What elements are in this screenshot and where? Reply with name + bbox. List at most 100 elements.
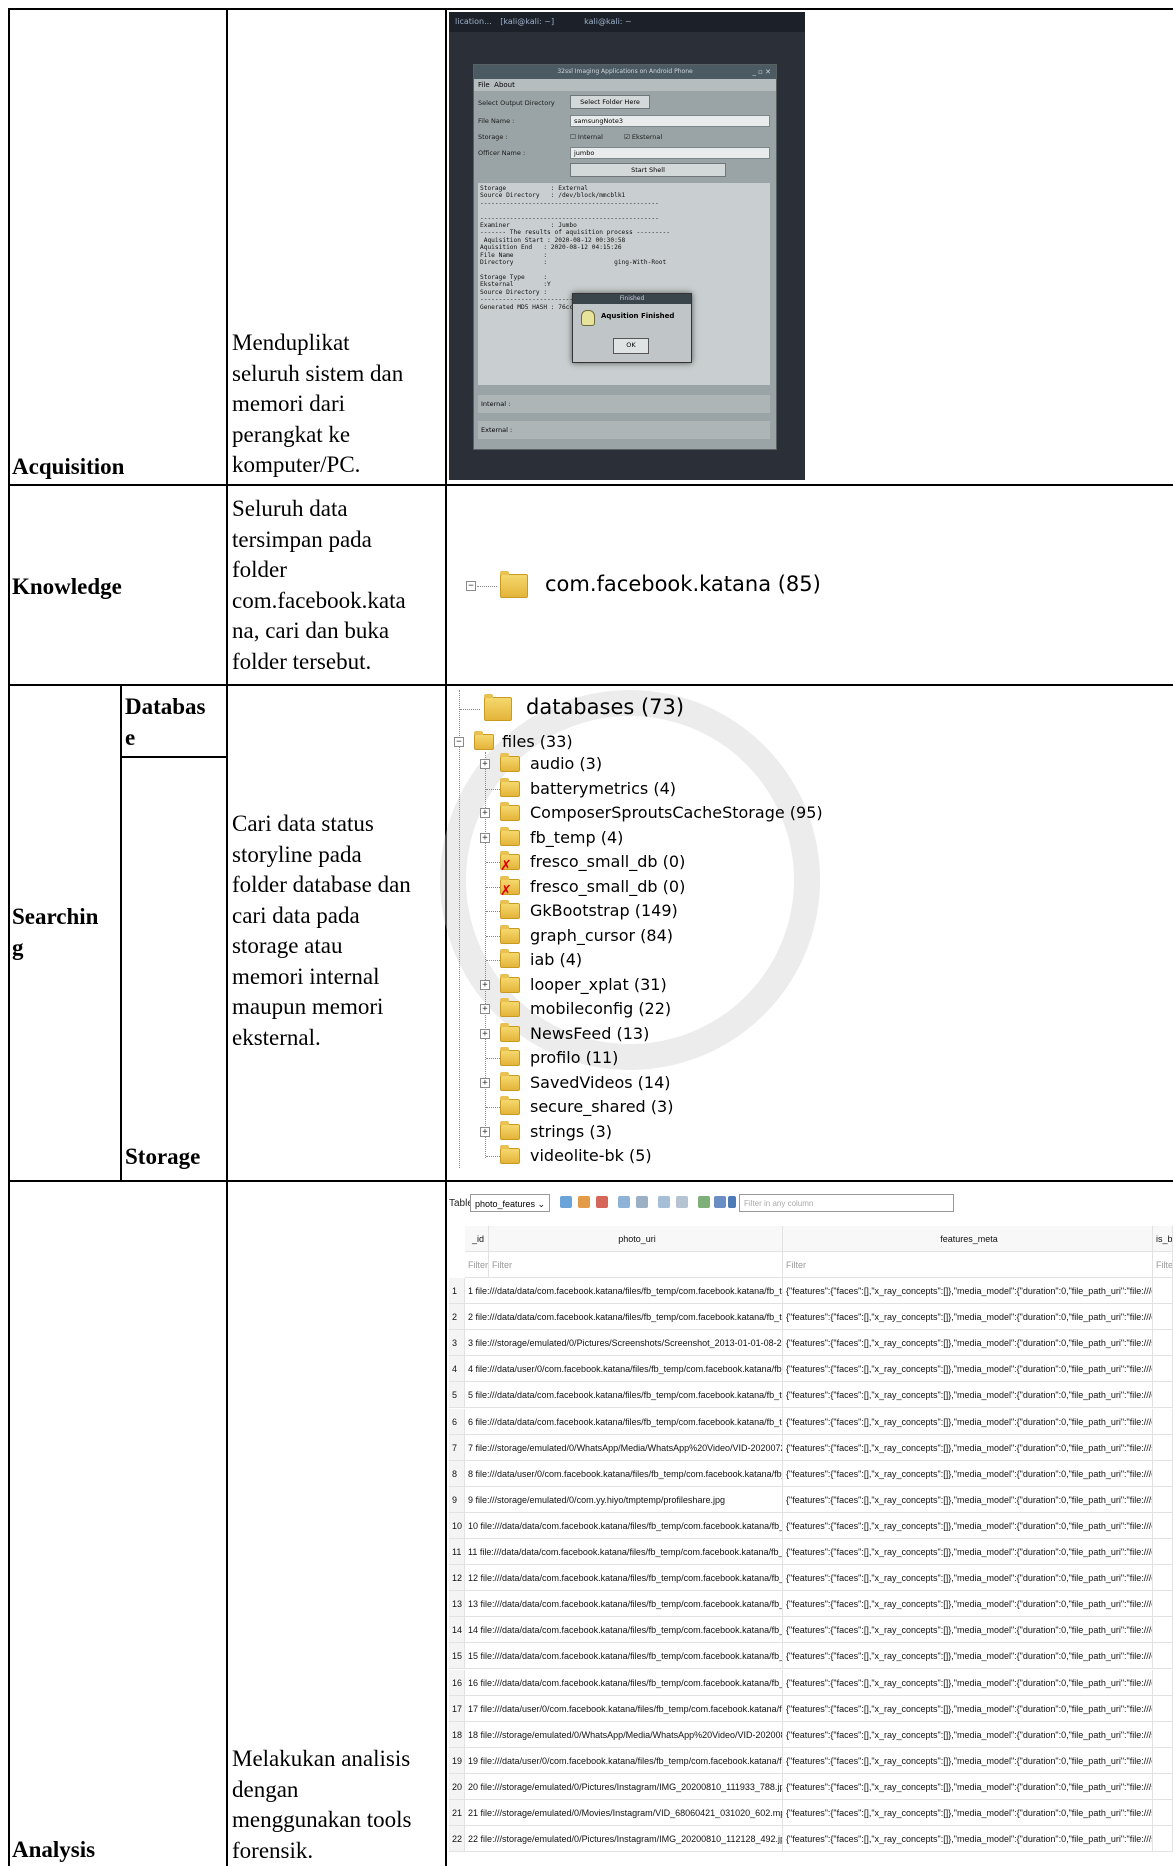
start-shell-button[interactable]: Start Shell [570,163,726,177]
tree-folder-item[interactable]: ComposerSproutsCacheStorage (95) [530,802,823,824]
table-cell[interactable]: 4 [449,1356,465,1382]
table-row[interactable]: 33 file:///storage/emulated/0/Pictures/S… [449,1330,1173,1356]
tree-folder-item[interactable]: fresco_small_db (0) [530,851,685,873]
tree-folder-item[interactable]: fresco_small_db (0) [530,876,685,898]
table-row[interactable]: 22 file:///data/data/com.facebook.katana… [449,1304,1173,1330]
table-cell[interactable] [1153,1304,1173,1330]
tree-databases[interactable]: databases (73) [526,696,684,718]
tree-expand-icon[interactable]: + [480,1078,490,1088]
tree-expand-icon[interactable]: + [480,833,490,843]
table-cell[interactable]: 14 [449,1617,465,1643]
table-cell[interactable]: {"features":{"faces":[],"x_ray_concepts"… [783,1643,1153,1669]
table-cell[interactable]: 19 [449,1748,465,1774]
table-cell[interactable] [1153,1774,1173,1800]
table-cell[interactable]: 7 [449,1435,465,1461]
table-cell[interactable]: 15 file:///data/data/com.facebook.katana… [465,1643,783,1669]
table-cell[interactable]: 6 [449,1409,465,1435]
table-cell[interactable] [1153,1330,1173,1356]
table-row[interactable]: 16 16 file:///data/data/com.facebook.kata… [449,1670,1173,1696]
table-cell[interactable]: 11 file:///data/data/com.facebook.katana… [465,1539,783,1565]
table-cell[interactable]: {"features":{"faces":[],"x_ray_concepts"… [783,1617,1153,1643]
table-cell[interactable]: {"features":{"faces":[],"x_ray_concepts"… [783,1487,1153,1513]
table-cell[interactable]: 16 file:///data/data/com.facebook.katana… [465,1670,783,1696]
table-select[interactable]: photo_features ⌄ [470,1194,550,1212]
table-row[interactable]: 22 22 file:///storage/emulated/0/Pictures… [449,1826,1173,1852]
table-cell[interactable]: 8 [449,1461,465,1487]
table-cell[interactable]: {"features":{"faces":[],"x_ray_concepts"… [783,1461,1153,1487]
table-row[interactable]: 20 20 file:///storage/emulated/0/Pictures… [449,1774,1173,1800]
table-cell[interactable]: 4 file:///data/user/0/com.facebook.katan… [465,1356,783,1382]
table-row[interactable]: 18 18 file:///storage/emulated/0/WhatsApp… [449,1722,1173,1748]
tree-folder-item[interactable]: batterymetrics (4) [530,778,676,800]
table-cell[interactable]: {"features":{"faces":[],"x_ray_concepts"… [783,1591,1153,1617]
tree-expand-icon[interactable]: + [480,980,490,990]
table-cell[interactable]: 1 [449,1278,465,1304]
table-cell[interactable]: {"features":{"faces":[],"x_ray_concepts"… [783,1670,1153,1696]
table-cell[interactable]: 5 [449,1382,465,1408]
tree-folder-item[interactable]: SavedVideos (14) [530,1072,671,1094]
table-cell[interactable]: {"features":{"faces":[],"x_ray_concepts"… [783,1565,1153,1591]
table-cell[interactable]: 21 [449,1800,465,1826]
column-header[interactable]: features_meta [783,1226,1153,1252]
table-cell[interactable]: {"features":{"faces":[],"x_ray_concepts"… [783,1330,1153,1356]
find-icon[interactable] [698,1196,710,1208]
table-cell[interactable]: 12 [449,1565,465,1591]
table-cell[interactable]: {"features":{"faces":[],"x_ray_concepts"… [783,1539,1153,1565]
storage-internal-checkbox[interactable]: ☐ Internal [570,133,603,141]
table-cell[interactable]: {"features":{"faces":[],"x_ray_concepts"… [783,1774,1153,1800]
table-cell[interactable]: 14 file:///data/data/com.facebook.katana… [465,1617,783,1643]
column-header[interactable]: is_bl [1153,1226,1173,1252]
tree-folder-item[interactable]: strings (3) [530,1121,612,1143]
table-cell[interactable]: 18 file:///storage/emulated/0/WhatsApp/M… [465,1722,783,1748]
table-cell[interactable]: {"features":{"faces":[],"x_ray_concepts"… [783,1356,1153,1382]
table-cell[interactable]: 11 [449,1539,465,1565]
tree-folder-item[interactable]: audio (3) [530,753,602,775]
tree-expand-icon[interactable]: + [480,759,490,769]
sort-icon[interactable] [596,1196,608,1208]
table-row[interactable]: 88 file:///data/user/0/com.facebook.kata… [449,1461,1173,1487]
tree-expand-icon[interactable]: + [480,1004,490,1014]
table-cell[interactable] [1153,1617,1173,1643]
window-close-icon[interactable]: _ ▫ ✕ [752,65,771,79]
table-cell[interactable] [1153,1382,1173,1408]
table-cell[interactable] [1153,1487,1173,1513]
tree-collapse-icon[interactable]: − [466,581,476,591]
table-cell[interactable]: 22 file:///storage/emulated/0/Pictures/I… [465,1826,783,1852]
table-row[interactable]: 44 file:///data/user/0/com.facebook.kata… [449,1356,1173,1382]
table-cell[interactable]: 21 file:///storage/emulated/0/Movies/Ins… [465,1800,783,1826]
table-cell[interactable] [1153,1461,1173,1487]
tree-folder-item[interactable]: looper_xplat (31) [530,974,667,996]
table-cell[interactable]: 13 [449,1591,465,1617]
filter-icon[interactable] [728,1196,736,1208]
column-header[interactable]: _id [465,1226,489,1252]
table-cell[interactable] [1153,1696,1173,1722]
tree-folder-item[interactable]: NewsFeed (13) [530,1023,649,1045]
tree-folder-item[interactable]: secure_shared (3) [530,1096,673,1118]
storage-eksternal-checkbox[interactable]: ☑ Eksternal [624,133,662,141]
table-cell[interactable] [1153,1435,1173,1461]
tree-folder-item[interactable]: GkBootstrap (149) [530,900,678,922]
table-cell[interactable]: 1 file:///data/data/com.facebook.katana/… [465,1278,783,1304]
table-cell[interactable]: 17 file:///data/user/0/com.facebook.kata… [465,1696,783,1722]
table-cell[interactable]: 17 [449,1696,465,1722]
table-cell[interactable] [1153,1722,1173,1748]
table-cell[interactable]: {"features":{"faces":[],"x_ray_concepts"… [783,1800,1153,1826]
insert-record-icon[interactable] [658,1196,670,1208]
table-cell[interactable]: 9 file:///storage/emulated/0/com.yy.hiyo… [465,1487,783,1513]
table-cell[interactable] [1153,1591,1173,1617]
tree-folder-item[interactable]: videolite-bk (5) [530,1145,652,1167]
table-cell[interactable]: 20 [449,1774,465,1800]
table-cell[interactable]: {"features":{"faces":[],"x_ray_concepts"… [783,1826,1153,1852]
table-cell[interactable] [1153,1748,1173,1774]
tree-folder-item[interactable]: iab (4) [530,949,582,971]
table-cell[interactable] [1153,1565,1173,1591]
table-row[interactable]: 99 file:///storage/emulated/0/com.yy.hiy… [449,1487,1173,1513]
tree-folder-item[interactable]: fb_temp (4) [530,827,623,849]
dialog-ok-button[interactable]: OK [613,338,649,354]
delete-record-icon[interactable] [676,1196,688,1208]
table-cell[interactable]: 10 [449,1513,465,1539]
print-icon[interactable] [636,1196,648,1208]
column-filter-input[interactable]: Filter [465,1252,489,1278]
table-cell[interactable]: 3 file:///storage/emulated/0/Pictures/Sc… [465,1330,783,1356]
table-cell[interactable]: {"features":{"faces":[],"x_ray_concepts"… [783,1409,1153,1435]
